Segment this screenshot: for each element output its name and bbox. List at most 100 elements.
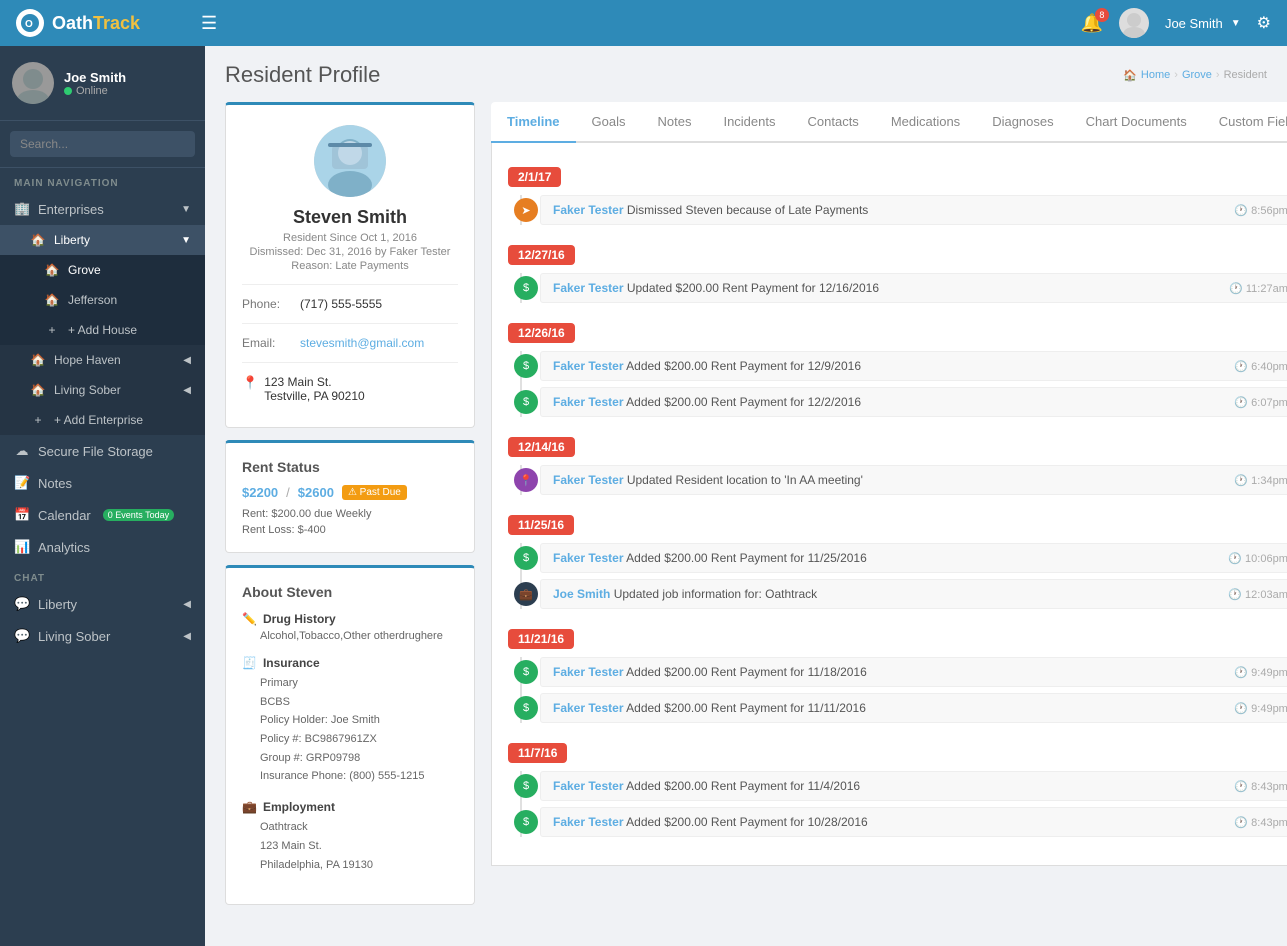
- profile-email: stevesmith@gmail.com: [300, 336, 424, 350]
- tab-custom-fields[interactable]: Custom Fields: [1203, 102, 1287, 143]
- breadcrumb-current: Resident: [1224, 69, 1267, 81]
- user-menu[interactable]: Joe Smith ▼: [1165, 16, 1241, 31]
- sidebar-item-add-enterprise[interactable]: + + Add Enterprise: [0, 405, 205, 435]
- tab-incidents[interactable]: Incidents: [707, 102, 791, 143]
- page-title: Resident Profile: [225, 62, 380, 88]
- sidebar-item-secure-file[interactable]: ☁ Secure File Storage: [0, 435, 205, 467]
- profile-avatar: [314, 125, 386, 197]
- date-group-6: 11/21/16 $ Faker Tester Added $200.00 Re…: [508, 621, 1287, 723]
- profile-dismissed: Dismissed: Dec 31, 2016 by Faker Tester: [242, 246, 458, 258]
- analytics-label: Analytics: [38, 540, 90, 555]
- insurance-title: 🧾 Insurance: [242, 656, 458, 670]
- timeline-item: $ Faker Tester Updated $200.00 Rent Paym…: [540, 273, 1287, 303]
- tab-chart-documents[interactable]: Chart Documents: [1070, 102, 1203, 143]
- grove-label: Grove: [68, 263, 101, 277]
- tab-goals[interactable]: Goals: [576, 102, 642, 143]
- sidebar-item-jefferson[interactable]: 🏠 Jefferson: [0, 285, 205, 315]
- sidebar-item-notes[interactable]: 📝 Notes: [0, 467, 205, 499]
- rent-detail: Rent: $200.00 due Weekly: [242, 508, 458, 520]
- living-sober-icon: 🏠: [30, 383, 46, 397]
- analytics-icon: 📊: [14, 539, 30, 555]
- date-badge-7: 11/7/16: [508, 743, 567, 763]
- entry-time: 🕐 11:27am: [1229, 282, 1287, 295]
- profile-phone[interactable]: (717) 555-5555: [300, 297, 382, 311]
- date-badge-3: 12/26/16: [508, 323, 575, 343]
- timeline-items-7: $ Faker Tester Added $200.00 Rent Paymen…: [508, 771, 1287, 837]
- breadcrumb-icon: 🏠: [1123, 69, 1137, 82]
- entry-time: 🕐 6:07pm: [1234, 396, 1287, 409]
- timeline-entry: Faker Tester Added $200.00 Rent Payment …: [540, 351, 1287, 381]
- calendar-badge: 0 Events Today: [103, 509, 174, 521]
- sidebar-item-add-house[interactable]: + + Add House: [0, 315, 205, 345]
- timeline-dot-dark: 💼: [514, 582, 538, 606]
- sidebar-item-calendar[interactable]: 📅 Calendar 0 Events Today: [0, 499, 205, 531]
- breadcrumb-home[interactable]: Home: [1141, 69, 1170, 81]
- drug-history-section: ✏️ Drug History Alcohol,Tobacco,Other ot…: [242, 612, 458, 642]
- date-group-7: 11/7/16 $ Faker Tester Added $200.00 Ren…: [508, 735, 1287, 837]
- hope-haven-label: Hope Haven: [54, 353, 121, 367]
- add-house-icon: +: [44, 323, 60, 337]
- rent-loss: Rent Loss: $-400: [242, 524, 458, 536]
- tab-medications[interactable]: Medications: [875, 102, 976, 143]
- date-badge-2: 12/27/16: [508, 245, 575, 265]
- entry-text: Faker Tester Added $200.00 Rent Payment …: [553, 395, 861, 409]
- sidebar-user-profile: Joe Smith Online: [0, 46, 205, 121]
- tab-timeline[interactable]: Timeline: [491, 102, 576, 143]
- sidebar-item-chat-liberty[interactable]: 💬 Liberty ◀: [0, 588, 205, 620]
- sidebar-item-enterprises[interactable]: 🏢 Enterprises ▼: [0, 193, 205, 225]
- svg-text:O: O: [25, 19, 33, 30]
- past-due-badge: ⚠ Past Due: [342, 485, 407, 500]
- sidebar-item-living-sober[interactable]: 🏠 Living Sober ◀: [0, 375, 205, 405]
- entry-time: 🕐 10:06pm: [1228, 552, 1287, 565]
- notes-icon: 📝: [14, 475, 30, 491]
- sidebar-item-liberty[interactable]: 🏠 Liberty ▼: [0, 225, 205, 255]
- tab-contacts[interactable]: Contacts: [792, 102, 875, 143]
- entry-text: Faker Tester Added $200.00 Rent Payment …: [553, 665, 867, 679]
- breadcrumb-enterprise[interactable]: Grove: [1182, 69, 1212, 81]
- connect-icon[interactable]: ⚙: [1257, 13, 1271, 33]
- chat-liberty-chevron: ◀: [183, 599, 191, 610]
- living-sober-chevron: ◀: [183, 385, 191, 396]
- insurance-section: 🧾 Insurance Primary BCBS Policy Holder: …: [242, 656, 458, 786]
- profile-layout: Steven Smith Resident Since Oct 1, 2016 …: [225, 102, 1267, 905]
- timeline-entry: Faker Tester Added $200.00 Rent Payment …: [540, 543, 1287, 573]
- entry-text: Faker Tester Added $200.00 Rent Payment …: [553, 815, 868, 829]
- entry-text: Faker Tester Added $200.00 Rent Payment …: [553, 701, 866, 715]
- chat-liberty-icon: 💬: [14, 596, 30, 612]
- sidebar-enterprises-label: Enterprises: [38, 202, 104, 217]
- profile-address-field: 📍 123 Main St. Testville, PA 90210: [242, 371, 458, 407]
- timeline-dot-green: $: [514, 276, 538, 300]
- timeline-entry: Faker Tester Dismissed Steven because of…: [540, 195, 1287, 225]
- notes-label: Notes: [38, 476, 72, 491]
- chat-living-sober-label: Living Sober: [38, 629, 110, 644]
- living-sober-label: Living Sober: [54, 383, 121, 397]
- sidebar-item-analytics[interactable]: 📊 Analytics: [0, 531, 205, 563]
- hamburger-button[interactable]: ☰: [201, 13, 217, 34]
- sidebar-item-chat-living-sober[interactable]: 💬 Living Sober ◀: [0, 620, 205, 652]
- drug-history-icon: ✏️: [242, 612, 257, 626]
- page-header: Resident Profile 🏠 Home › Grove › Reside…: [225, 62, 1267, 88]
- chat-living-sober-chevron: ◀: [183, 631, 191, 642]
- notifications-bell[interactable]: 🔔 8: [1081, 13, 1103, 34]
- rent-amounts: $2200 / $2600 ⚠ Past Due: [242, 485, 458, 500]
- tab-diagnoses[interactable]: Diagnoses: [976, 102, 1069, 143]
- entry-time: 🕐 6:40pm: [1234, 360, 1287, 373]
- timeline-entry: Faker Tester Added $200.00 Rent Payment …: [540, 693, 1287, 723]
- insurance-detail: Primary BCBS Policy Holder: Joe Smith Po…: [242, 674, 458, 786]
- liberty-submenu: 🏠 Grove 🏠 Jefferson + + Add House: [0, 255, 205, 345]
- hope-haven-chevron: ◀: [183, 355, 191, 366]
- search-input[interactable]: [10, 131, 195, 157]
- calendar-icon: 📅: [14, 507, 30, 523]
- sidebar-item-hope-haven[interactable]: 🏠 Hope Haven ◀: [0, 345, 205, 375]
- tab-notes[interactable]: Notes: [641, 102, 707, 143]
- enterprises-icon: 🏢: [14, 201, 30, 217]
- timeline-item: $ Faker Tester Added $200.00 Rent Paymen…: [540, 807, 1287, 837]
- phone-label: Phone:: [242, 297, 292, 311]
- about-title: About Steven: [242, 584, 458, 600]
- profile-address: 123 Main St. Testville, PA 90210: [264, 375, 365, 403]
- sidebar-item-grove[interactable]: 🏠 Grove: [0, 255, 205, 285]
- chat-label: Chat: [0, 563, 205, 588]
- date-group-1: 2/1/17 ➤ Faker Tester Dismissed Steven b…: [508, 159, 1287, 225]
- profile-since: Resident Since Oct 1, 2016: [242, 232, 458, 244]
- chat-liberty-label: Liberty: [38, 597, 77, 612]
